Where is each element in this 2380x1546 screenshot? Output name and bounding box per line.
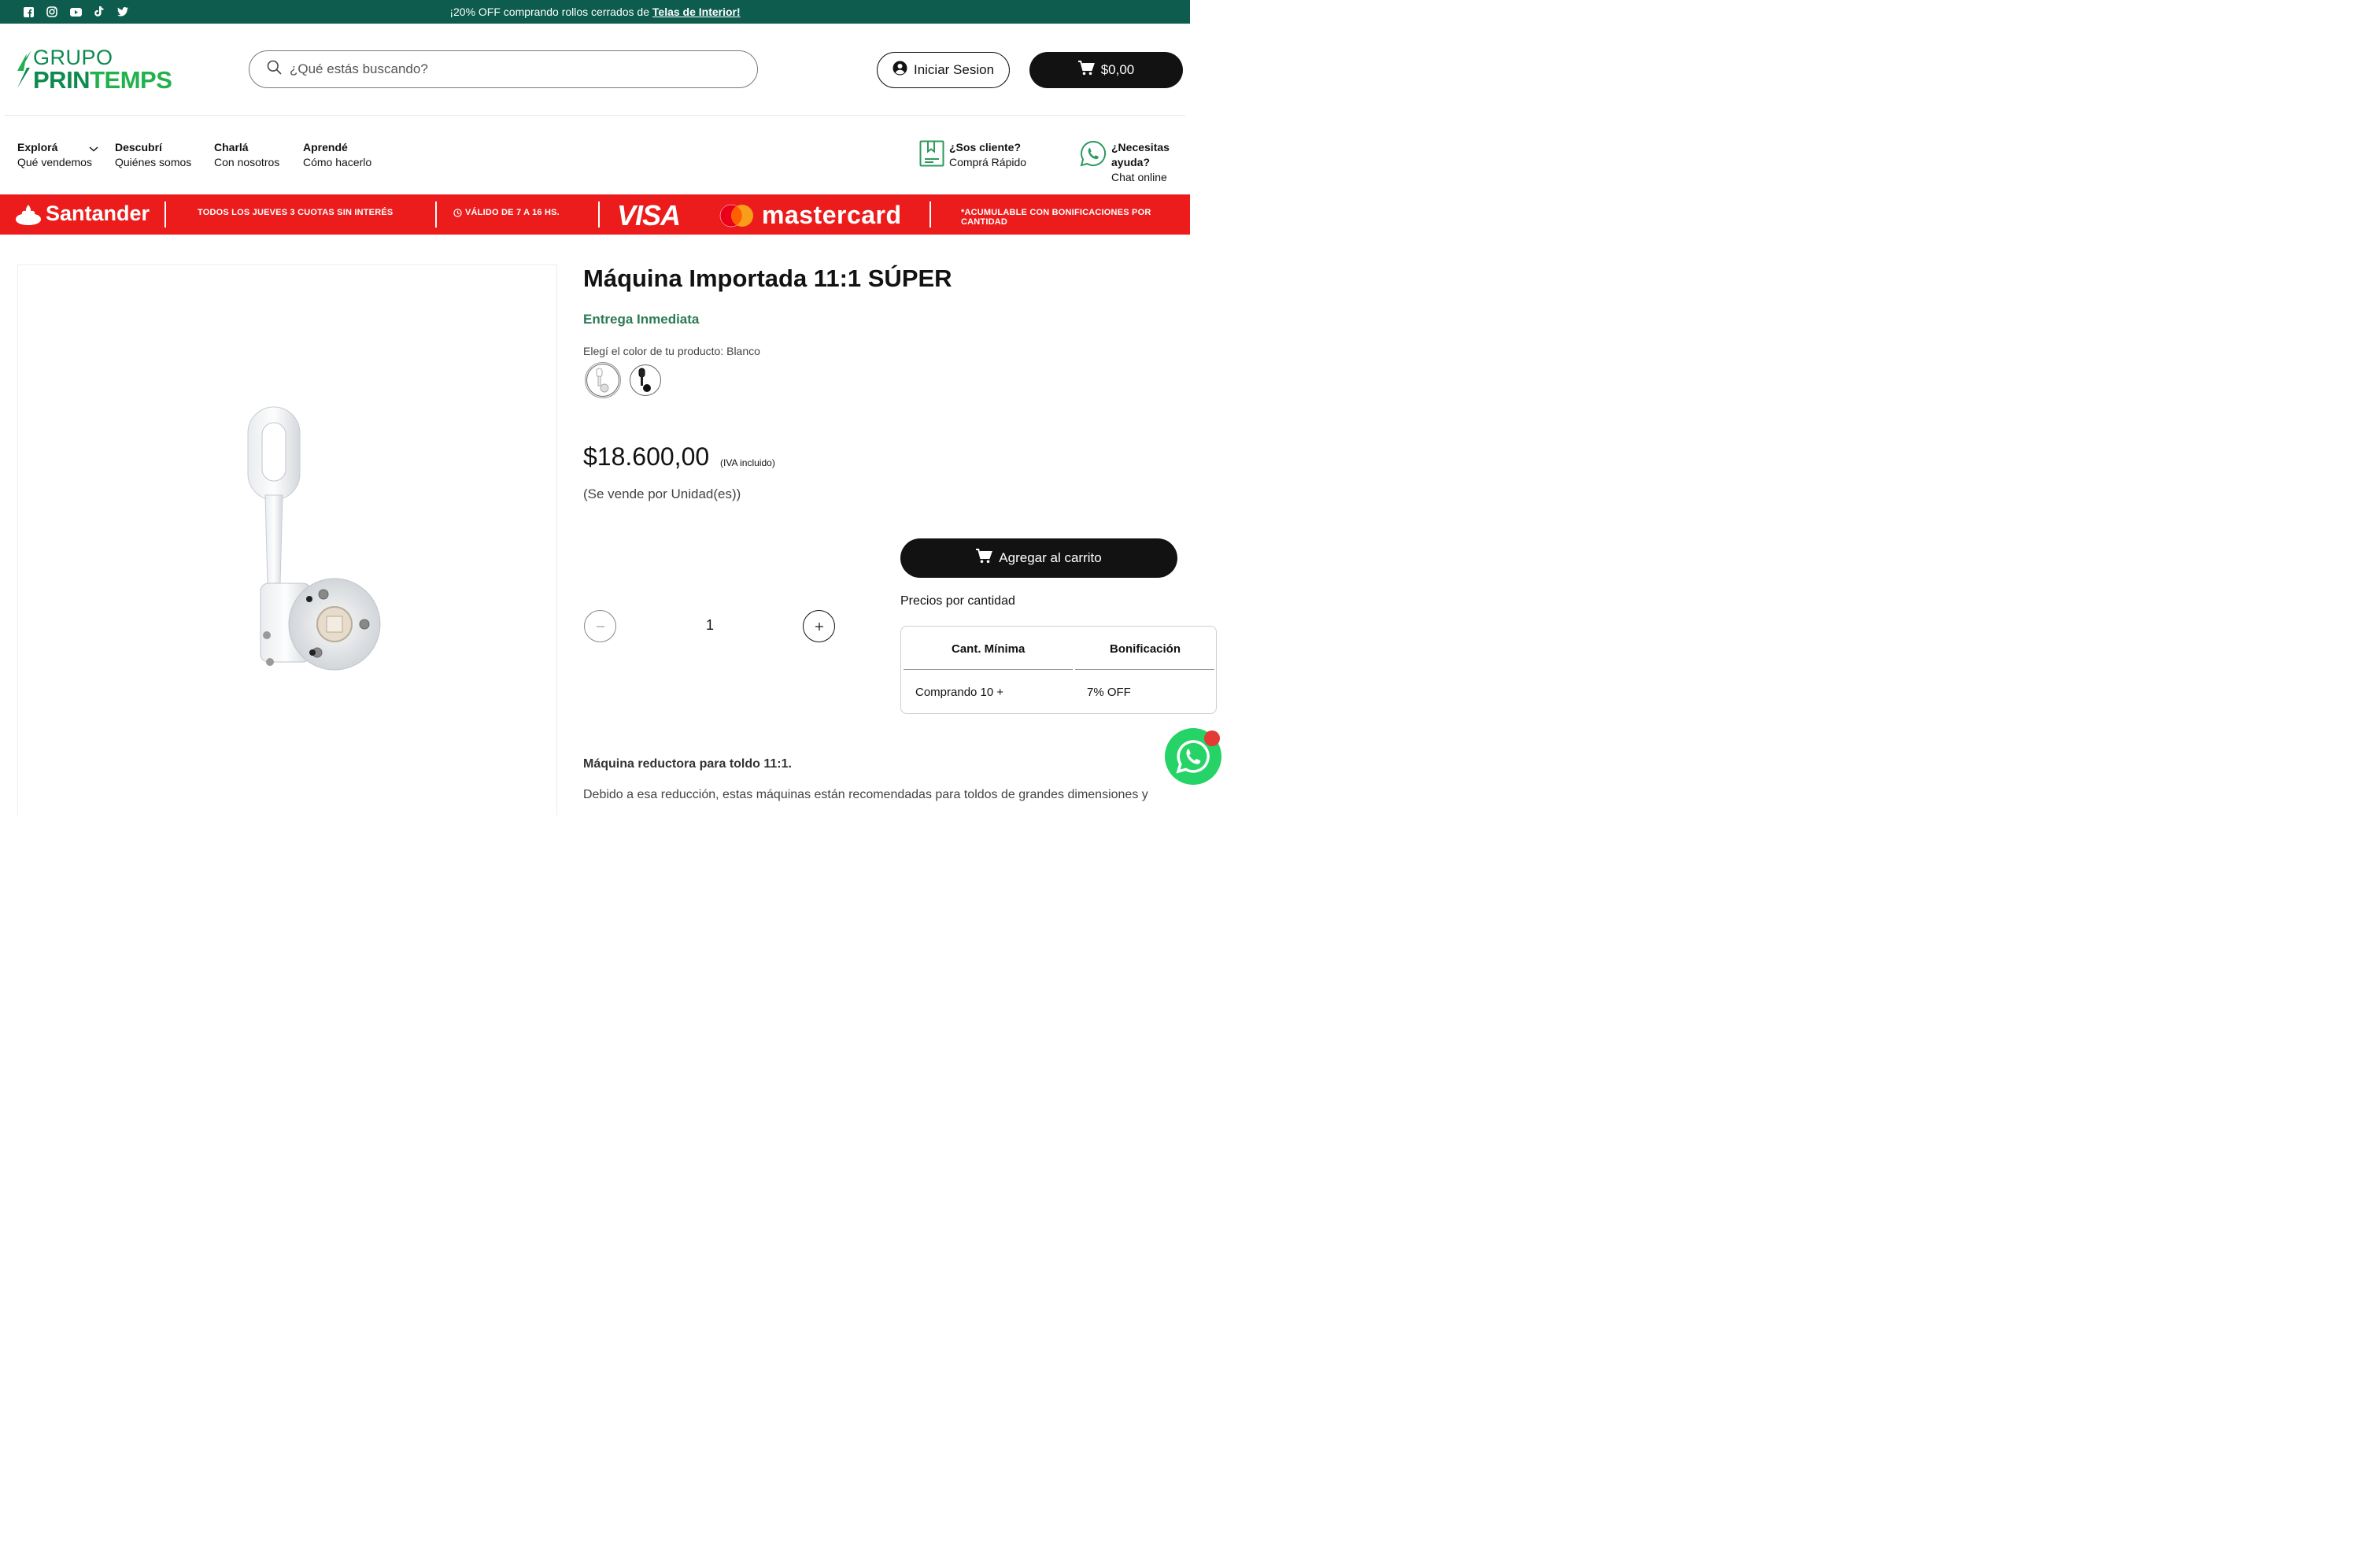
nav-aprende-subtitle: Cómo hacerlo [303, 156, 372, 168]
quantity-input[interactable]: 1 [693, 617, 727, 634]
nav-charla[interactable]: Charlá Con nosotros [214, 140, 279, 170]
table-header-divider [1075, 669, 1214, 670]
announcement-text: ¡20% OFF comprando rollos cerrados de Te… [0, 0, 1190, 24]
flame-icon [16, 204, 41, 225]
nav-charla-title: Charlá [214, 141, 249, 153]
table-header-min-qty: Cant. Mínima [952, 642, 1026, 656]
promo-divider [435, 202, 437, 227]
table-header-divider [904, 669, 1073, 670]
promo-hours-text: VÁLIDO DE 7 A 16 HS. [465, 208, 560, 217]
logo-text-prin: PRIN [33, 66, 91, 94]
mastercard-logo: mastercard [718, 201, 902, 230]
promo-banner[interactable]: Santander TODOS LOS JUEVES 3 CUOTAS SIN … [0, 194, 1190, 235]
unit-note: (Se vende por Unidad(es)) [583, 486, 741, 501]
color-label: Elegí el color de tu producto: Blanco [583, 345, 760, 357]
chat-online-link[interactable]: ¿Necesitas ayuda? Chat online [1080, 140, 1190, 185]
plus-icon [815, 622, 823, 631]
product-image[interactable] [231, 401, 388, 684]
description-title: Máquina reductora para toldo 11:1. [583, 757, 792, 771]
notification-badge [1204, 730, 1220, 746]
cart-icon [976, 549, 993, 568]
cart-total: $0,00 [1100, 62, 1135, 77]
logo[interactable]: GRUPO PRINTEMPS [16, 44, 181, 94]
promo-note: *ACUMULABLE CON BONIFICACIONES POR CANTI… [961, 208, 1151, 227]
nav-charla-subtitle: Con nosotros [214, 156, 280, 168]
search-icon [267, 60, 282, 79]
bulk-pricing-table: Cant. Mínima Bonificación Comprando 10 +… [900, 626, 1217, 714]
visa-logo: VISA [617, 199, 681, 231]
product-title: Máquina Importada 11:1 SÚPER [583, 264, 952, 292]
cart-button[interactable]: $0,00 [1029, 52, 1183, 88]
product-media[interactable] [17, 264, 557, 816]
promo-divider [164, 202, 166, 227]
bookmark-icon [919, 140, 944, 171]
nav-explora-subtitle: Qué vendemos [17, 156, 92, 168]
nav-descubri-title: Descubrí [115, 141, 162, 153]
availability-label: Entrega Inmediata [583, 312, 700, 327]
announcement-prefix: ¡20% OFF comprando rollos cerrados de [449, 6, 652, 18]
white-machine-thumb-icon [596, 368, 609, 393]
clock-icon [453, 208, 462, 217]
user-icon [893, 61, 907, 80]
color-swatch-white[interactable] [585, 362, 621, 398]
nav-descubri[interactable]: Descubrí Quiénes somos [115, 140, 191, 170]
search-input[interactable] [290, 61, 730, 77]
whatsapp-icon [1080, 140, 1107, 171]
table-cell-discount: 7% OFF [1087, 686, 1131, 699]
bank-name: Santander [46, 202, 150, 225]
minus-icon [596, 625, 604, 627]
logo-text-bottom: PRINTEMPS [33, 66, 172, 94]
add-to-cart-button[interactable]: Agregar al carrito [900, 538, 1177, 578]
color-swatch-black[interactable] [630, 364, 661, 396]
quantity-decrease-button[interactable] [584, 610, 616, 642]
quantity-increase-button[interactable] [803, 610, 835, 642]
nav-explora-title: Explorá [17, 141, 58, 153]
nav-aprende[interactable]: Aprendé Cómo hacerlo [303, 140, 371, 170]
login-button[interactable]: Iniciar Sesion [877, 52, 1010, 88]
chevron-down-icon[interactable] [88, 140, 99, 160]
search-bar[interactable] [249, 50, 758, 88]
announcement-link[interactable]: Telas de Interior! [652, 6, 741, 18]
santander-logo: Santander [16, 202, 150, 226]
nav-explora[interactable]: Explorá Qué vendemos [17, 140, 92, 170]
table-cell-min-qty: Comprando 10 + [915, 686, 1004, 699]
promo-hours: VÁLIDO DE 7 A 16 HS. [453, 208, 560, 217]
login-label: Iniciar Sesion [913, 62, 995, 77]
promo-offer: TODOS LOS JUEVES 3 CUOTAS SIN INTERÉS [198, 208, 394, 217]
product-price: $18.600,00 [583, 442, 710, 471]
quick-buy-title: ¿Sos cliente? [949, 141, 1022, 153]
table-header-discount: Bonificación [1110, 642, 1181, 656]
tax-note: (IVA incluido) [720, 457, 775, 468]
cart-icon [1077, 61, 1095, 80]
logo-text-temps: TEMPS [90, 66, 172, 94]
mastercard-word: mastercard [762, 201, 902, 229]
add-to-cart-label: Agregar al carrito [999, 550, 1102, 565]
nav-descubri-subtitle: Quiénes somos [115, 156, 192, 168]
header-divider [5, 115, 1185, 116]
promo-divider [598, 202, 600, 227]
description-text: Debido a esa reducción, estas máquinas e… [583, 788, 1148, 801]
announcement-bar: ¡20% OFF comprando rollos cerrados de Te… [0, 0, 1190, 24]
quick-buy-subtitle: Comprá Rápido [949, 156, 1027, 168]
promo-divider [929, 202, 931, 227]
chat-online-title: ¿Necesitas ayuda? [1111, 141, 1170, 168]
bulk-pricing-label: Precios por cantidad [900, 594, 1015, 608]
quick-buy-link[interactable]: ¿Sos cliente? Comprá Rápido [919, 140, 1026, 171]
chat-online-subtitle: Chat online [1111, 171, 1167, 183]
mastercard-circles-icon [719, 204, 753, 227]
black-machine-thumb-icon [638, 368, 651, 392]
nav-aprende-title: Aprendé [303, 141, 348, 153]
